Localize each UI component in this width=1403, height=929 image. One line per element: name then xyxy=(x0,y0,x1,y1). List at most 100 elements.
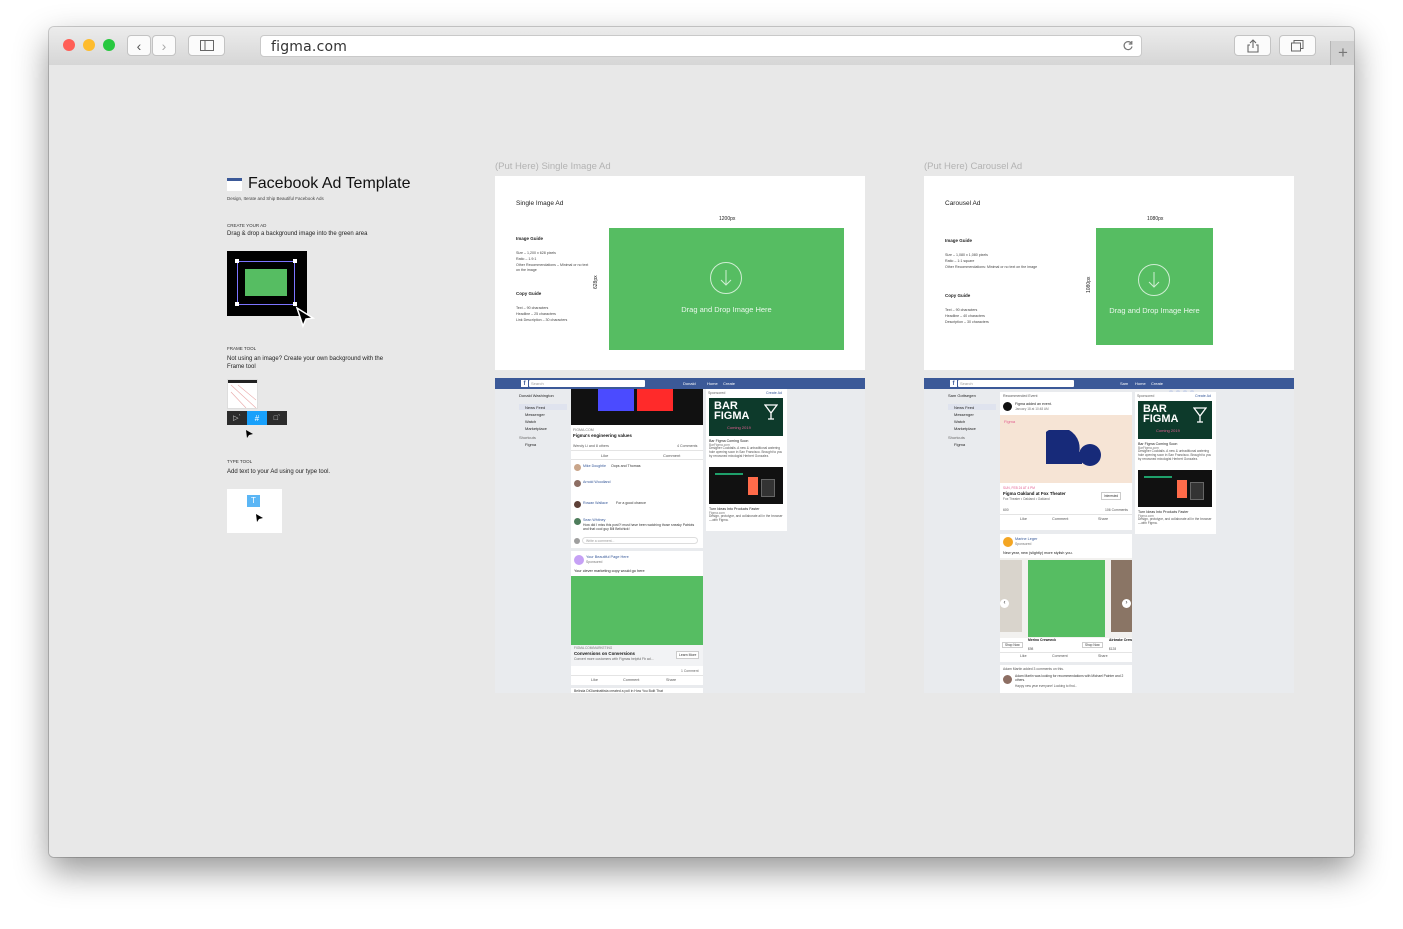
fb-nav-user[interactable]: Donald xyxy=(683,381,696,386)
comment-author[interactable]: Arnold Woodland xyxy=(583,480,611,484)
carousel-next-button[interactable]: › xyxy=(1122,599,1131,608)
fb-shortcut-item[interactable]: Figma xyxy=(525,442,536,447)
ad-image-placeholder[interactable] xyxy=(571,576,703,645)
fb-nav-item[interactable]: News Feed xyxy=(525,405,545,410)
fb-search-input[interactable]: Search xyxy=(529,380,645,387)
fb-nav-home[interactable]: Home xyxy=(1135,381,1146,386)
carousel-copy-guide-title: Copy Guide xyxy=(945,293,971,298)
new-tab-button[interactable]: + xyxy=(1330,41,1354,65)
comment-author[interactable]: Rowan Wallace xyxy=(583,501,608,505)
event-title[interactable]: Figma Oakland at Fox Theater xyxy=(1003,491,1066,496)
event-cover-image[interactable]: Figma xyxy=(1000,415,1132,483)
figma-canvas[interactable]: Facebook Ad Template Design, Iterate and… xyxy=(49,65,1354,857)
share-button[interactable] xyxy=(1234,35,1271,56)
post-title[interactable]: Figma's engineering values xyxy=(573,433,632,438)
share-button[interactable]: Share xyxy=(666,678,676,682)
ad-copy: Your clever marketing copy would go here xyxy=(574,569,645,573)
like-button[interactable]: Like xyxy=(1020,654,1027,658)
fb-nav-item[interactable]: Marketplace xyxy=(954,426,976,431)
event-comments-count[interactable]: 106 Comments xyxy=(1105,508,1128,512)
recommendation-text[interactable]: Adam Martin was looking for recommendati… xyxy=(1015,674,1129,682)
fb-shortcut-item[interactable]: Figma xyxy=(954,442,965,447)
fb-nav-profile[interactable]: Sam Gottsegen xyxy=(948,393,976,398)
carousel-spec-card[interactable]: Carousel Ad 1080px 1080px Image Guide Si… xyxy=(924,176,1294,370)
fb-nav-profile[interactable]: Donald Washington xyxy=(519,393,554,398)
single-feed-preview[interactable]: f Search Donald Home Create Donald Washi… xyxy=(495,378,865,693)
share-button[interactable]: Share xyxy=(1098,517,1108,521)
reload-icon[interactable] xyxy=(1122,40,1134,52)
fb-nav-create[interactable]: Create xyxy=(723,381,735,386)
comment-button[interactable]: Comment xyxy=(663,453,680,458)
comment-button[interactable]: Comment xyxy=(623,678,639,682)
write-comment-input[interactable]: Write a comment... xyxy=(582,537,698,544)
post-reactions[interactable]: Wendy Li and 8 others xyxy=(573,444,609,448)
ad-page-name[interactable]: Your Beautiful Page Here xyxy=(586,555,629,559)
avatar xyxy=(574,518,581,525)
event-host[interactable]: Figma added an event. xyxy=(1015,402,1052,406)
figma-ad-desc: Design, prototype, and collaborate all i… xyxy=(709,514,783,522)
create-ad-link[interactable]: Create Ad xyxy=(1195,394,1211,398)
back-button[interactable]: ‹ xyxy=(127,35,151,56)
sidebar-button[interactable] xyxy=(188,35,225,56)
fb-search-input[interactable]: Search xyxy=(958,380,1074,387)
shop-now-button[interactable]: Shop Now xyxy=(1002,642,1023,648)
fb-nav-item[interactable]: Watch xyxy=(954,419,965,424)
bar-figma-word2: FIGMA xyxy=(714,410,750,422)
bar-figma-ad-image[interactable]: BAR FIGMA Coming 2019 xyxy=(709,398,783,436)
address-bar[interactable]: figma.com xyxy=(260,35,1142,57)
figma-avatar xyxy=(1003,402,1012,411)
type-tool-illustration: T xyxy=(227,489,282,533)
interested-button[interactable]: Interested xyxy=(1101,492,1122,500)
figma-product-ad-image[interactable] xyxy=(709,467,783,504)
shop-now-button[interactable]: Shop Now xyxy=(1082,642,1103,648)
fb-nav-home[interactable]: Home xyxy=(707,381,718,386)
fb-nav-create[interactable]: Create xyxy=(1151,381,1163,386)
like-button[interactable]: Like xyxy=(591,678,598,682)
fb-nav-user[interactable]: Sam xyxy=(1120,381,1128,386)
single-copy-guide-title: Copy Guide xyxy=(516,291,542,296)
next-post-preview: Belinda DiGiambattista created a poll in… xyxy=(574,689,663,693)
show-tabs-button[interactable] xyxy=(1279,35,1316,56)
carousel-feed-preview[interactable]: f Search Sam Home Create Sam Gottsegen N… xyxy=(924,378,1294,693)
single-image-guide: Size – 1,200 x 628 pixels Ratio – 1.9:1 … xyxy=(516,251,606,274)
learn-more-button[interactable]: Learn More xyxy=(676,651,700,659)
forward-button[interactable]: › xyxy=(152,35,176,56)
frame-cursor-icon xyxy=(246,430,253,438)
ad-page-name[interactable]: Marine Leger xyxy=(1015,537,1037,541)
fb-nav-item[interactable]: Watch xyxy=(525,419,536,424)
bar-figma-ad-image[interactable]: BAR FIGMA Coming 2019 xyxy=(1138,401,1212,439)
fb-nav-item[interactable]: Messenger xyxy=(525,412,545,417)
comment-button[interactable]: Comment xyxy=(1052,517,1068,521)
zoom-window-button[interactable] xyxy=(103,39,115,51)
fb-shortcuts-title: Shortcuts xyxy=(519,435,536,440)
comment-button[interactable]: Comment xyxy=(1052,654,1068,658)
carousel-prev-button[interactable]: ‹ xyxy=(1000,599,1009,608)
minimize-window-button[interactable] xyxy=(83,39,95,51)
share-button[interactable]: Share xyxy=(1098,654,1108,658)
ad-comment-count[interactable]: 1 Comment xyxy=(681,669,699,673)
single-spec-card[interactable]: Single Image Ad 1200px 628px Image Guide… xyxy=(495,176,865,370)
create-ad-link[interactable]: Create Ad xyxy=(766,391,782,395)
figma-toolbar-illustration: ▷ˋ # □ˋ xyxy=(227,411,287,425)
like-button[interactable]: Like xyxy=(601,453,608,458)
single-frame-label[interactable]: (Put Here) Single Image Ad xyxy=(495,161,611,172)
carousel-cards[interactable]: ‹ › xyxy=(1000,558,1132,638)
url-text: figma.com xyxy=(271,39,348,55)
post-comments-count[interactable]: 4 Comments xyxy=(677,444,697,448)
carousel-frame-label[interactable]: (Put Here) Carousel Ad xyxy=(924,161,1022,172)
figma-product-ad-image[interactable] xyxy=(1138,470,1212,507)
comment-author[interactable]: Mike Doughtie xyxy=(583,464,606,468)
event-reactions[interactable]: 600 xyxy=(1003,508,1009,512)
ad-link-box[interactable]: FIGMA.COM/MARKETING Conversions on Conve… xyxy=(571,645,703,666)
single-drop-zone[interactable]: Drag and Drop Image Here xyxy=(609,228,844,350)
close-window-button[interactable] xyxy=(63,39,75,51)
fb-nav-item[interactable]: News Feed xyxy=(954,405,974,410)
fb-nav-item[interactable]: Messenger xyxy=(954,412,974,417)
carousel-drop-zone[interactable]: Drag and Drop Image Here xyxy=(1096,228,1213,345)
like-button[interactable]: Like xyxy=(1020,517,1027,521)
comment-author[interactable]: Sean Whitney xyxy=(583,518,605,522)
fb-nav-item[interactable]: Marketplace xyxy=(525,426,547,431)
fb-right-column: Sponsored Create Ad BAR FIGMA Coming 201… xyxy=(706,389,787,531)
carousel-card-image[interactable] xyxy=(1028,560,1105,637)
fb-carousel-ad-post: Marine Leger Sponsored New year, new (sl… xyxy=(1000,534,1132,662)
